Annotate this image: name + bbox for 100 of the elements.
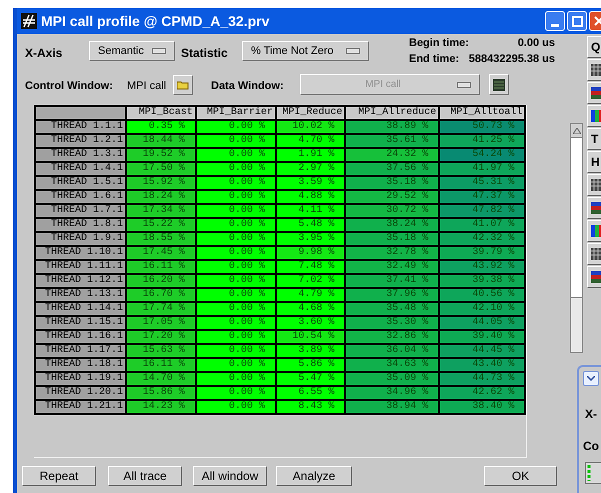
row-header: THREAD 1.2.1 [35, 134, 126, 148]
table-cell: 32.49 % [345, 260, 440, 274]
table-cell: 0.00 % [196, 134, 276, 148]
table-cell: 2.97 % [276, 162, 346, 176]
table-cell: 44.45 % [439, 344, 526, 358]
row-header: THREAD 1.15.1 [35, 316, 126, 330]
table-cell: 50.73 % [439, 120, 526, 134]
table-cell: 5.47 % [276, 372, 346, 386]
row-header: THREAD 1.7.1 [35, 204, 126, 218]
minimize-button[interactable] [545, 11, 565, 31]
table-cell: 35.48 % [345, 302, 440, 316]
table-cell: 0.00 % [196, 358, 276, 372]
row-header: THREAD 1.1.1 [35, 120, 126, 134]
stripes-icon [591, 87, 601, 99]
table-cell: 34.96 % [345, 386, 440, 400]
begin-time-label: Begin time: [409, 36, 469, 51]
table-cell: 10.02 % [276, 120, 346, 134]
tool-button[interactable]: T [587, 128, 601, 150]
table-cell: 39.79 % [439, 246, 526, 260]
column-header: MPI_Bcast [126, 106, 196, 120]
row-header: THREAD 1.10.1 [35, 246, 126, 260]
table-cell: 0.00 % [196, 274, 276, 288]
data-window-label: Data Window: [211, 79, 284, 94]
collapse-button[interactable] [583, 371, 599, 386]
column-header: MPI_Barrier [196, 106, 276, 120]
dotted-line-icon [585, 462, 601, 484]
dropdown-indicator-icon [346, 48, 360, 54]
table-cell: 0.00 % [196, 120, 276, 134]
scrollbar[interactable] [570, 123, 583, 353]
table-cell: 0.00 % [196, 260, 276, 274]
tool-button[interactable]: Q [587, 36, 601, 58]
action-button[interactable]: Repeat [22, 466, 96, 486]
table-cell: 41.07 % [439, 218, 526, 232]
maximize-button[interactable] [567, 11, 587, 31]
table-cell: 9.98 % [276, 246, 346, 260]
tool-button[interactable] [587, 105, 601, 127]
tool-button[interactable] [587, 174, 601, 196]
row-header: THREAD 1.16.1 [35, 330, 126, 344]
row-header: THREAD 1.8.1 [35, 218, 126, 232]
row-header: THREAD 1.13.1 [35, 288, 126, 302]
table-cell: 18.44 % [126, 134, 196, 148]
table-cell: 0.00 % [196, 372, 276, 386]
table-cell: 3.60 % [276, 316, 346, 330]
table-cell: 0.00 % [196, 386, 276, 400]
tool-button[interactable] [587, 82, 601, 104]
grid-icon [591, 64, 601, 76]
tool-button[interactable] [587, 243, 601, 265]
table-cell: 17.45 % [126, 246, 196, 260]
action-button[interactable]: OK [484, 466, 557, 486]
table-cell: 6.55 % [276, 386, 346, 400]
table-cell: 35.18 % [345, 232, 440, 246]
x-axis-dropdown[interactable]: Semantic [89, 41, 175, 61]
action-button[interactable]: All window [193, 466, 267, 486]
column-header: MPI_Allreduce [345, 106, 440, 120]
table-cell: 5.48 % [276, 218, 346, 232]
table-cell: 0.00 % [196, 302, 276, 316]
second-window-label: Co [583, 438, 599, 455]
color-button[interactable] [489, 74, 509, 95]
open-folder-button[interactable] [173, 75, 193, 95]
statistic-dropdown[interactable]: % Time Not Zero [242, 41, 369, 61]
table-cell: 38.94 % [345, 400, 440, 414]
table-cell: 37.96 % [345, 288, 440, 302]
tool-button[interactable] [587, 266, 601, 288]
table-cell: 15.86 % [126, 386, 196, 400]
table-cell: 4.79 % [276, 288, 346, 302]
table-cell: 0.00 % [196, 400, 276, 414]
table-cell: 41.25 % [439, 134, 526, 148]
table-cell: 32.86 % [345, 330, 440, 344]
table-cell: 17.74 % [126, 302, 196, 316]
statistic-label: Statistic [181, 45, 228, 62]
row-header: THREAD 1.21.1 [35, 400, 126, 414]
table-cell: 39.38 % [439, 274, 526, 288]
table-cell: 0.00 % [196, 288, 276, 302]
action-button[interactable]: All trace [108, 466, 182, 486]
tool-button[interactable] [587, 59, 601, 81]
begin-time-value: 0.00 us [518, 36, 555, 51]
table-cell: 17.05 % [126, 316, 196, 330]
dropdown-indicator-icon [152, 48, 166, 54]
tool-button[interactable] [587, 197, 601, 219]
chevron-down-icon [587, 376, 595, 381]
table-cell: 38.24 % [345, 218, 440, 232]
row-header: THREAD 1.14.1 [35, 302, 126, 316]
tool-button[interactable] [587, 220, 601, 242]
minimize-icon [551, 24, 559, 27]
bars-icon [591, 110, 601, 122]
table-cell: 39.40 % [439, 330, 526, 344]
action-button[interactable]: Analyze [276, 466, 352, 486]
table-cell: 4.11 % [276, 204, 346, 218]
table-cell: 40.56 % [439, 288, 526, 302]
row-header: THREAD 1.12.1 [35, 274, 126, 288]
table-cell: 4.70 % [276, 134, 346, 148]
maximize-icon [572, 16, 582, 26]
table-cell: 38.89 % [345, 120, 440, 134]
table-cell: 42.10 % [439, 302, 526, 316]
row-header: THREAD 1.6.1 [35, 190, 126, 204]
tool-button[interactable]: H [587, 151, 601, 173]
table-cell: 42.32 % [439, 232, 526, 246]
table-cell: 0.00 % [196, 218, 276, 232]
app-icon [21, 13, 37, 29]
table-cell: 0.00 % [196, 190, 276, 204]
